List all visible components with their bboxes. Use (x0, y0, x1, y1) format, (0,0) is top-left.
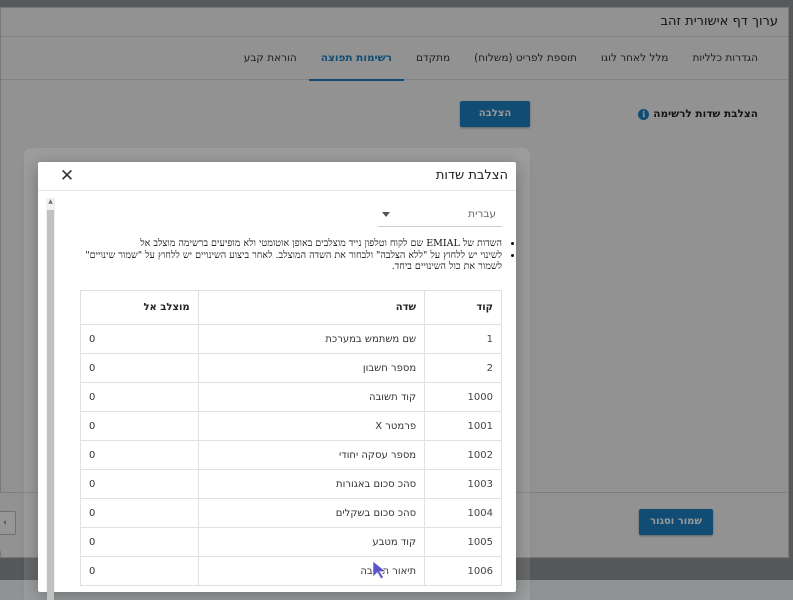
fields-table: קוד שדה מוצלב אל 1 שם משתמש במערכת 0 2 מ… (80, 290, 502, 586)
table-row[interactable]: 1005 קוד מטבע 0 (80, 527, 502, 557)
table-row[interactable]: 1006 תיאור תשובה 0 (80, 556, 502, 586)
table-row[interactable]: 1000 קוד תשובה 0 (80, 382, 502, 412)
field-mapping-dialog: הצלבת שדות ✕ ▲ עברית השדות של EMIAL שם ל… (38, 162, 516, 600)
cell-code: 1000 (424, 382, 502, 412)
cell-field: פרמטר X (197, 411, 426, 441)
cell-field: סהכ סכום באגורות (197, 469, 426, 499)
instruction-item: השדות של EMIAL שם לקוח וטלפון נייד מוצלב… (78, 238, 502, 250)
cell-pinned[interactable]: 0 (80, 353, 199, 383)
chevron-down-icon (382, 212, 390, 217)
cell-pinned[interactable]: 0 (80, 556, 199, 586)
cell-pinned[interactable]: 0 (80, 411, 199, 441)
cell-code: 1001 (424, 411, 502, 441)
cell-code: 2 (424, 353, 502, 383)
dialog-title: הצלבת שדות (435, 168, 508, 183)
instructions-list: השדות של EMIAL שם לקוח וטלפון נייד מוצלב… (78, 238, 516, 273)
column-header-code: קוד (424, 290, 502, 325)
cell-code: 1005 (424, 527, 502, 557)
table-row[interactable]: 1002 מספר עסקה יחודי 0 (80, 440, 502, 470)
column-header-field: שדה (197, 290, 426, 325)
cell-field: שם משתמש במערכת (197, 324, 426, 354)
close-icon[interactable]: ✕ (58, 167, 76, 185)
cell-pinned[interactable]: 0 (80, 382, 199, 412)
cell-pinned[interactable]: 0 (80, 469, 199, 499)
cell-code: 1004 (424, 498, 502, 528)
table-row[interactable]: 1003 סהכ סכום באגורות 0 (80, 469, 502, 499)
table-row[interactable]: 1004 סהכ סכום בשקלים 0 (80, 498, 502, 528)
scroll-thumb[interactable] (47, 210, 54, 600)
cell-pinned[interactable]: 0 (80, 527, 199, 557)
table-row[interactable]: 1001 פרמטר X 0 (80, 411, 502, 441)
mouse-pointer-icon (372, 560, 388, 580)
cell-pinned[interactable]: 0 (80, 440, 199, 470)
table-header-row: קוד שדה מוצלב אל (80, 290, 502, 325)
cell-field: מספר עסקה יחודי (197, 440, 426, 470)
cell-code: 1002 (424, 440, 502, 470)
dialog-scrollbar[interactable]: ▲ (46, 198, 55, 600)
table-row[interactable]: 2 מספר חשבון 0 (80, 353, 502, 383)
cell-field: סהכ סכום בשקלים (197, 498, 426, 528)
instruction-item: לשינוי יש ללחוץ על "ללא הצלבה" ולבחור את… (78, 250, 502, 273)
cell-pinned[interactable]: 0 (80, 324, 199, 354)
cell-code: 1 (424, 324, 502, 354)
scroll-up-icon[interactable]: ▲ (47, 198, 54, 206)
language-select[interactable]: עברית (378, 204, 502, 227)
column-header-pinned: מוצלב אל (80, 290, 199, 325)
cell-code: 1003 (424, 469, 502, 499)
language-value: עברית (468, 208, 496, 220)
cell-field: קוד תשובה (197, 382, 426, 412)
cell-pinned[interactable]: 0 (80, 498, 199, 528)
cell-code: 1006 (424, 556, 502, 586)
cell-field: מספר חשבון (197, 353, 426, 383)
table-row[interactable]: 1 שם משתמש במערכת 0 (80, 324, 502, 354)
dialog-header: הצלבת שדות ✕ (38, 162, 516, 191)
cell-field: קוד מטבע (197, 527, 426, 557)
